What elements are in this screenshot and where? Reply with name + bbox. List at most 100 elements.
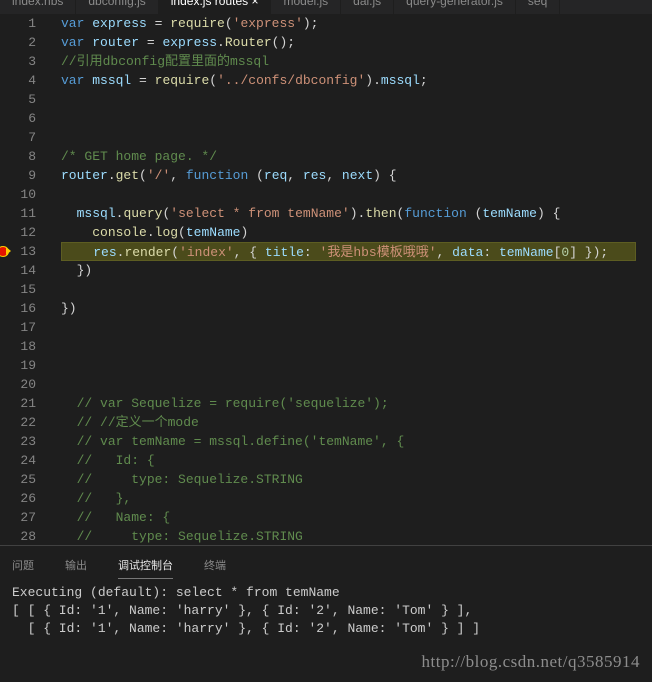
panel-tab[interactable]: 终端 xyxy=(204,546,226,579)
code-editor[interactable]: 1 var express = require('express'); 2 var r… xyxy=(0,14,652,544)
code-token: ( xyxy=(209,73,218,88)
code-token: . xyxy=(146,225,155,240)
code-line: 14 }) xyxy=(0,261,652,280)
code-token: //引用dbconfig配置里面的mssql xyxy=(61,54,270,69)
code-token: ] }); xyxy=(569,245,609,260)
line-number: 5 xyxy=(28,92,36,107)
code-line: 21 // var Sequelize = require('sequelize… xyxy=(0,394,652,413)
code-token: ( xyxy=(171,245,180,260)
line-number: 16 xyxy=(20,301,36,316)
code-line: 22 // //定义一个mode xyxy=(0,413,652,432)
code-token: router xyxy=(92,35,140,50)
code-token: function xyxy=(404,206,467,221)
editor-tab[interactable]: seq xyxy=(516,0,561,14)
code-token: , xyxy=(436,245,453,260)
code-line: 26 // }, xyxy=(0,489,652,508)
code-token: }) xyxy=(61,263,93,278)
line-number: 21 xyxy=(20,396,36,411)
line-number: 4 xyxy=(28,73,36,88)
editor-tab[interactable]: query-generator.js xyxy=(394,0,516,14)
code-token: ); xyxy=(302,16,319,31)
editor-tab[interactable]: index.js routes × xyxy=(158,0,272,14)
code-token: ( xyxy=(178,225,186,240)
watermark: http://blog.csdn.net/q3585914 xyxy=(421,652,640,671)
code-token: ) { xyxy=(373,168,397,183)
line-code: console.log(temName) xyxy=(61,223,636,242)
editor-tab[interactable]: dbconfig.js xyxy=(76,0,159,14)
code-token: , { xyxy=(233,245,265,260)
breakpoint-icon[interactable] xyxy=(0,247,11,256)
line-code: router.get('/', function (req, res, next… xyxy=(61,166,636,185)
code-token: ) xyxy=(240,225,249,240)
code-token: : xyxy=(303,245,320,260)
console-line: [ { Id: '1', Name: 'harry' }, { Id: '2',… xyxy=(12,621,481,636)
panel-tab[interactable]: 问题 xyxy=(12,546,34,579)
line-code: // type: Sequelize.STRING xyxy=(61,470,636,489)
line-number: 6 xyxy=(28,111,36,126)
line-number: 19 xyxy=(20,358,36,373)
code-token: '../confs/dbconfig' xyxy=(217,73,366,88)
code-token: // var temName = mssql.define('temName',… xyxy=(76,434,405,449)
code-token: // }, xyxy=(76,491,132,506)
code-token: // var Sequelize = require('sequelize'); xyxy=(76,396,389,411)
code-token: render xyxy=(124,245,172,260)
code-token: // Name: { xyxy=(76,510,171,525)
line-number: 17 xyxy=(20,320,36,335)
code-token: 'select * from temName' xyxy=(170,206,350,221)
code-token: = xyxy=(131,73,155,88)
panel-tab[interactable]: 调试控制台 xyxy=(118,546,173,579)
code-line: 28 // type: Sequelize.STRING xyxy=(0,527,652,544)
code-line: 8 /* GET home page. */ xyxy=(0,147,652,166)
code-token: then xyxy=(365,206,397,221)
code-token: temName xyxy=(185,225,241,240)
line-code: // //定义一个mode xyxy=(61,413,636,432)
line-number: 1 xyxy=(28,16,36,31)
code-token: var xyxy=(61,73,93,88)
code-token: /* GET home page. */ xyxy=(61,149,218,164)
code-line: 20 xyxy=(0,375,652,394)
line-number: 15 xyxy=(20,282,36,297)
code-token: '我是hbs模板哦哦' xyxy=(319,245,437,260)
code-line: 24 // Id: { xyxy=(0,451,652,470)
line-code: var express = require('express'); xyxy=(61,14,636,33)
code-line: 16}) xyxy=(0,299,652,318)
editor-tab[interactable]: dal.js xyxy=(341,0,395,14)
line-number: 28 xyxy=(20,529,36,544)
code-line: 27 // Name: { xyxy=(0,508,652,527)
code-line: 10 xyxy=(0,185,652,204)
line-number: 9 xyxy=(28,168,36,183)
code-line: 5 xyxy=(0,90,652,109)
editor-tab[interactable]: index.hbs xyxy=(0,0,77,14)
line-number: 26 xyxy=(20,491,36,506)
code-token: , xyxy=(326,168,342,183)
code-line: 17 xyxy=(0,318,652,337)
code-line: 13 res.render('index', { title: '我是hbs模板… xyxy=(0,242,652,261)
code-token: ( xyxy=(248,168,264,183)
line-code: // Id: { xyxy=(61,451,636,470)
line-code: /* GET home page. */ xyxy=(61,147,636,166)
code-token: query xyxy=(123,206,163,221)
code-token: function xyxy=(185,168,249,183)
code-token: = xyxy=(146,16,171,31)
code-token: express xyxy=(162,35,218,50)
code-token: ). xyxy=(365,73,381,88)
line-code: // var Sequelize = require('sequelize'); xyxy=(61,394,636,413)
code-line: 9 router.get('/', function (req, res, nex… xyxy=(0,166,652,185)
panel-tab[interactable]: 输出 xyxy=(65,546,87,579)
code-line: 11 mssql.query('select * from temName').… xyxy=(0,204,652,223)
editor-tab[interactable]: model.js xyxy=(271,0,342,14)
console-line: Executing (default): select * from temNa… xyxy=(12,585,340,600)
code-line: 12 console.log(temName) xyxy=(0,223,652,242)
